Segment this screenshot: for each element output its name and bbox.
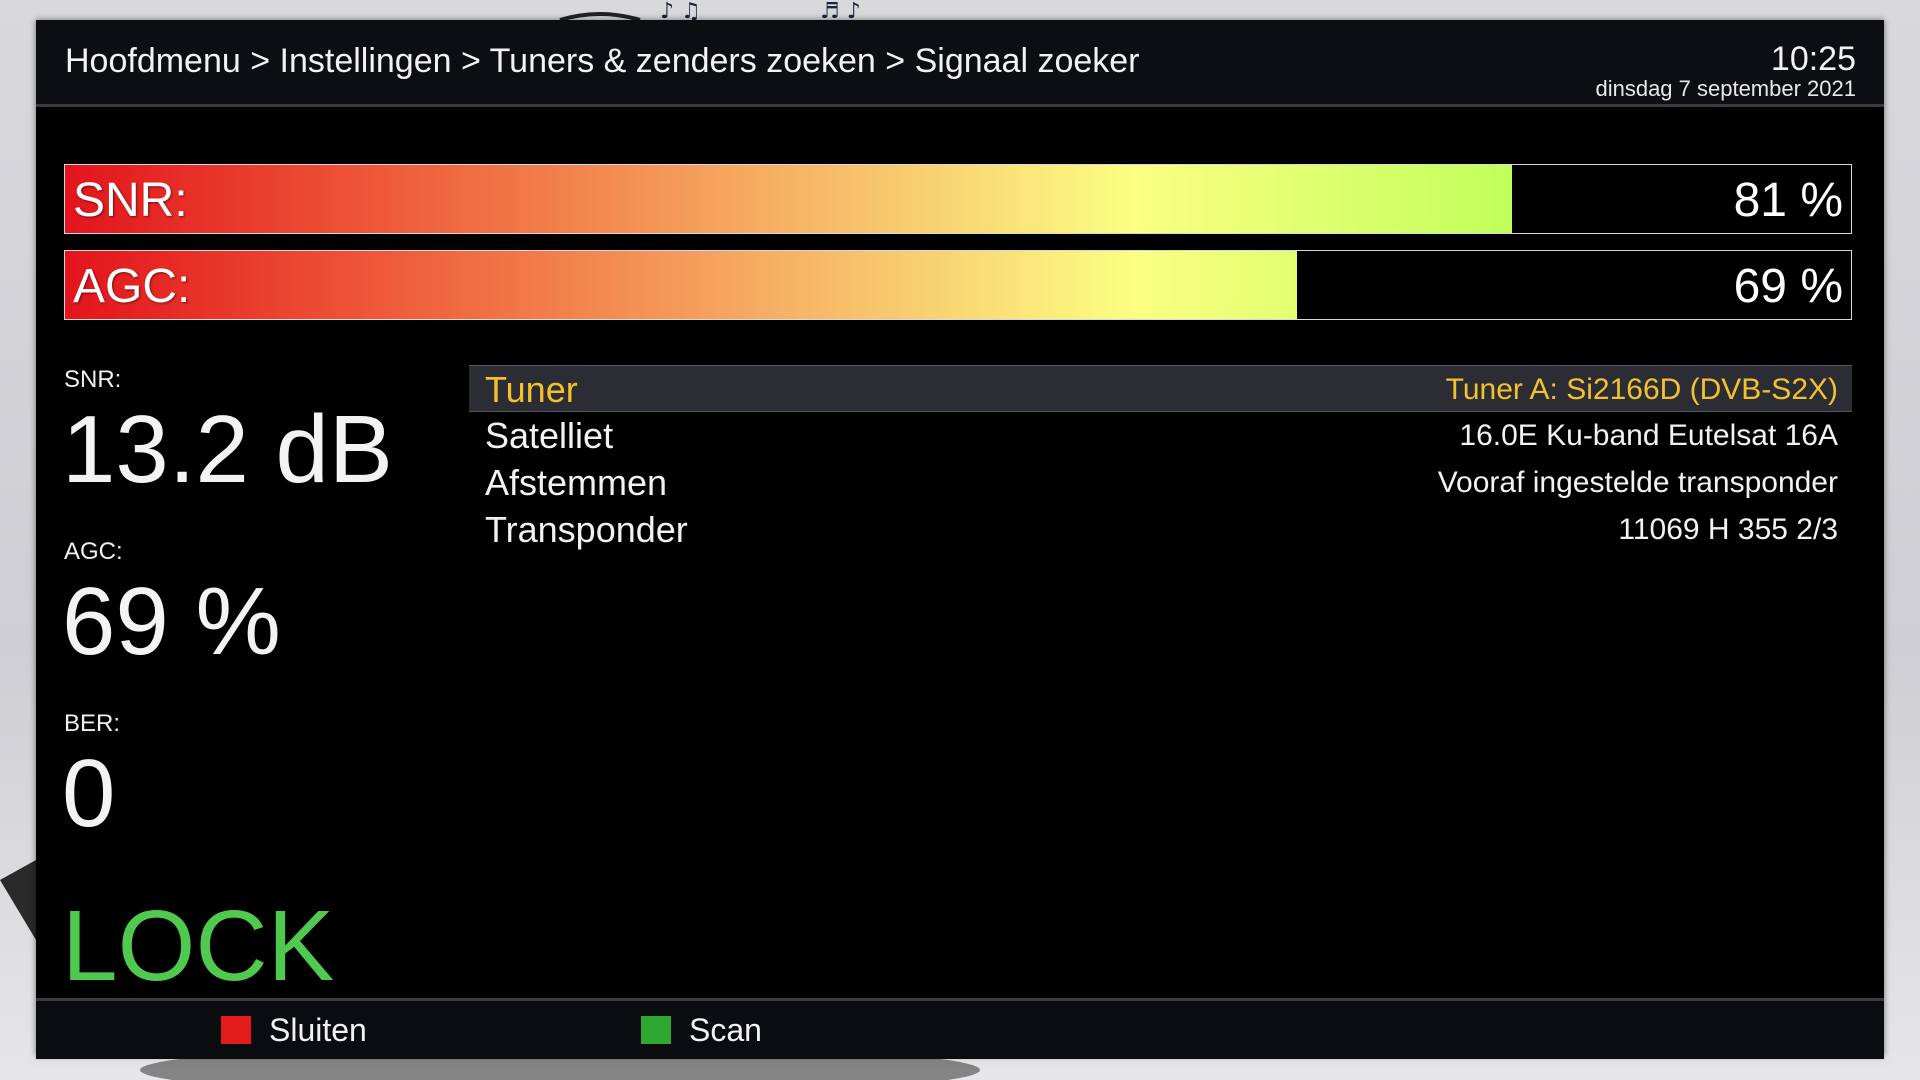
ber-value: 0 (62, 740, 116, 847)
breadcrumb: Hoofdmenu > Instellingen > Tuners & zend… (65, 42, 1140, 80)
info-value: 11069 H 355 2/3 (1618, 513, 1838, 546)
snr-meter-label: SNR: (73, 174, 188, 227)
header-bar: Hoofdmenu > Instellingen > Tuners & zend… (36, 20, 1884, 107)
agc-meter-fill (65, 251, 1298, 319)
lock-status: LOCK (62, 890, 335, 1002)
clock: 10:25 (1770, 40, 1856, 78)
scan-button[interactable]: Scan (641, 1011, 762, 1048)
agc-meter-label: AGC: (73, 260, 191, 313)
info-row-satelliet[interactable]: Satelliet 16.0E Ku-band Eutelsat 16A (469, 412, 1852, 459)
info-row-transponder[interactable]: Transponder 11069 H 355 2/3 (469, 506, 1852, 553)
close-button[interactable]: Sluiten (221, 1011, 367, 1048)
signal-finder-screen: Hoofdmenu > Instellingen > Tuners & zend… (36, 20, 1884, 1059)
snr-meter-fill (65, 165, 1512, 233)
snr-meter: SNR: 81 % (64, 164, 1852, 234)
info-value: Vooraf ingestelde transponder (1437, 466, 1838, 499)
snr-value: 13.2 dB (62, 396, 393, 503)
date: dinsdag 7 september 2021 (1595, 76, 1856, 101)
tuner-info-list: Tuner Tuner A: Si2166D (DVB-S2X) Satelli… (469, 365, 1852, 553)
snr-label: SNR: (64, 366, 122, 393)
info-row-tuner[interactable]: Tuner Tuner A: Si2166D (DVB-S2X) (469, 365, 1852, 412)
green-key-icon (641, 1016, 671, 1044)
info-value: Tuner A: Si2166D (DVB-S2X) (1445, 373, 1838, 406)
agc-value: 69 % (62, 568, 281, 675)
close-button-label: Sluiten (269, 1011, 367, 1048)
agc-meter-value: 69 % (1733, 260, 1843, 313)
scan-button-label: Scan (689, 1011, 762, 1048)
red-key-icon (221, 1016, 251, 1044)
info-value: 16.0E Ku-band Eutelsat 16A (1459, 419, 1838, 452)
info-key: Satelliet (485, 415, 614, 456)
agc-label: AGC: (64, 538, 123, 565)
ber-label: BER: (64, 710, 121, 737)
snr-meter-value: 81 % (1733, 174, 1843, 227)
info-key: Tuner (485, 369, 578, 410)
button-bar: Sluiten Scan (36, 998, 1884, 1059)
info-key: Transponder (485, 509, 688, 550)
info-row-afstemmen[interactable]: Afstemmen Vooraf ingestelde transponder (469, 459, 1852, 506)
agc-meter: AGC: 69 % (64, 250, 1852, 320)
info-key: Afstemmen (485, 462, 668, 503)
